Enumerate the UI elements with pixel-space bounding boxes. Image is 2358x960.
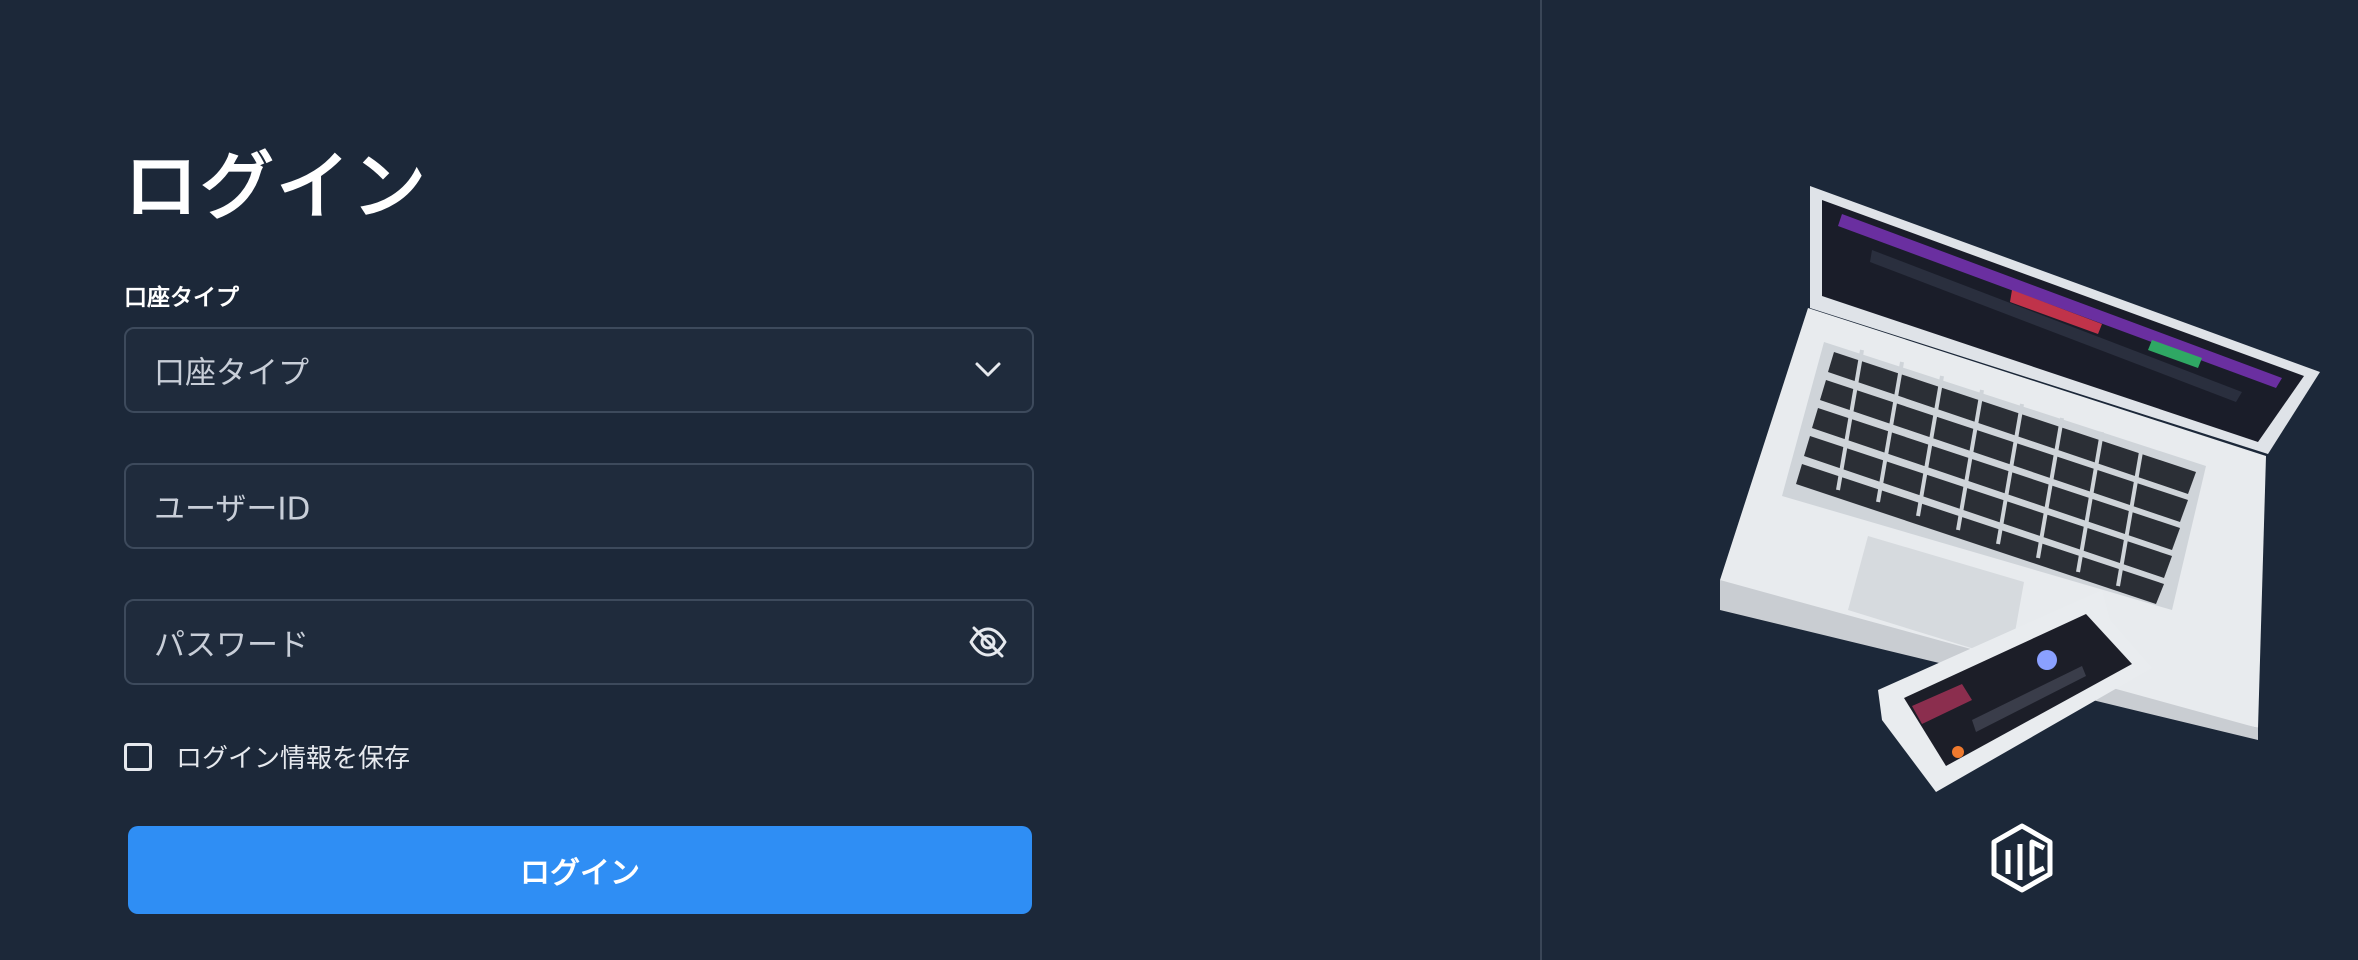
user-id-placeholder: ユーザーID bbox=[154, 491, 311, 528]
account-type-select[interactable]: 口座タイプ bbox=[124, 327, 1034, 413]
password-placeholder: パスワード bbox=[154, 627, 309, 664]
account-type-label: 口座タイプ bbox=[124, 285, 239, 311]
brand-logo-icon bbox=[1991, 823, 2053, 893]
chevron-down-icon bbox=[968, 350, 1008, 390]
laptop-phone-illustration bbox=[1720, 186, 2320, 792]
eye-off-icon[interactable] bbox=[968, 622, 1008, 662]
page-title: ログイン bbox=[124, 144, 428, 230]
password-field[interactable]: パスワード bbox=[124, 599, 1034, 685]
login-button[interactable]: ログイン bbox=[128, 826, 1032, 914]
remember-login-label: ログイン情報を保存 bbox=[176, 744, 411, 774]
illustration-panel bbox=[1542, 0, 2358, 960]
login-page: ログイン 口座タイプ 口座タイプ ユーザーID パスワード ログイン情報を保存 … bbox=[0, 0, 2358, 960]
remember-login-option[interactable]: ログイン情報を保存 bbox=[124, 738, 410, 775]
account-type-selected-value: 口座タイプ bbox=[154, 355, 309, 392]
login-form-panel: ログイン 口座タイプ 口座タイプ ユーザーID パスワード ログイン情報を保存 … bbox=[0, 0, 1540, 960]
remember-login-checkbox[interactable] bbox=[124, 742, 152, 771]
user-id-field[interactable]: ユーザーID bbox=[124, 463, 1034, 549]
